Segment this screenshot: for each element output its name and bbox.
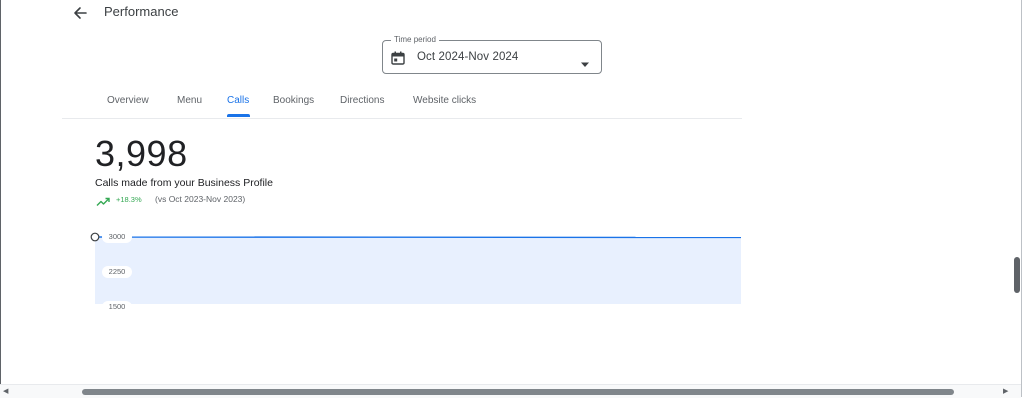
window-left-border — [0, 0, 1, 397]
header: Performance — [0, 0, 760, 30]
active-tab-indicator — [227, 114, 250, 117]
window-right-border — [1021, 0, 1022, 397]
chart-area-fill — [95, 237, 741, 304]
y-tick-label: 3000 — [102, 231, 132, 243]
page-title: Performance — [104, 4, 178, 19]
time-period-value: Oct 2024-Nov 2024 — [417, 51, 518, 63]
metric-value: 3,998 — [95, 134, 188, 174]
chart-data-point — [91, 233, 99, 241]
calls-chart: 3000 2250 1500 — [86, 224, 746, 304]
tab-overview[interactable]: Overview — [107, 95, 149, 106]
tab-bar: Overview Menu Calls Bookings Directions … — [62, 88, 742, 119]
horizontal-scrollbar-thumb[interactable] — [82, 389, 954, 395]
time-period-label: Time period — [391, 35, 439, 45]
y-tick-label: 2250 — [102, 266, 132, 278]
tab-bookings[interactable]: Bookings — [273, 95, 314, 106]
horizontal-scrollbar[interactable]: ◀ ▶ — [0, 384, 1021, 398]
time-period-select[interactable]: Time period Oct 2024-Nov 2024 — [382, 40, 602, 74]
chart-svg — [86, 224, 746, 304]
tab-directions[interactable]: Directions — [340, 95, 384, 106]
calendar-icon — [391, 51, 405, 65]
caret-down-icon — [580, 55, 590, 61]
back-arrow-icon[interactable] — [68, 2, 92, 24]
tab-website-clicks[interactable]: Website clicks — [413, 95, 476, 106]
trend-percent: +18.3% — [116, 195, 142, 204]
vertical-scrollbar-thumb[interactable] — [1014, 257, 1020, 293]
trending-up-icon — [96, 194, 110, 204]
metric-label: Calls made from your Business Profile — [95, 177, 273, 189]
tab-calls[interactable]: Calls — [227, 95, 249, 106]
scroll-right-arrow-icon[interactable]: ▶ — [1003, 387, 1008, 395]
scroll-left-arrow-icon[interactable]: ◀ — [3, 387, 8, 395]
trend-comparison: (vs Oct 2023-Nov 2023) — [155, 194, 245, 204]
tab-menu[interactable]: Menu — [177, 95, 202, 106]
y-tick-label: 1500 — [102, 301, 132, 313]
